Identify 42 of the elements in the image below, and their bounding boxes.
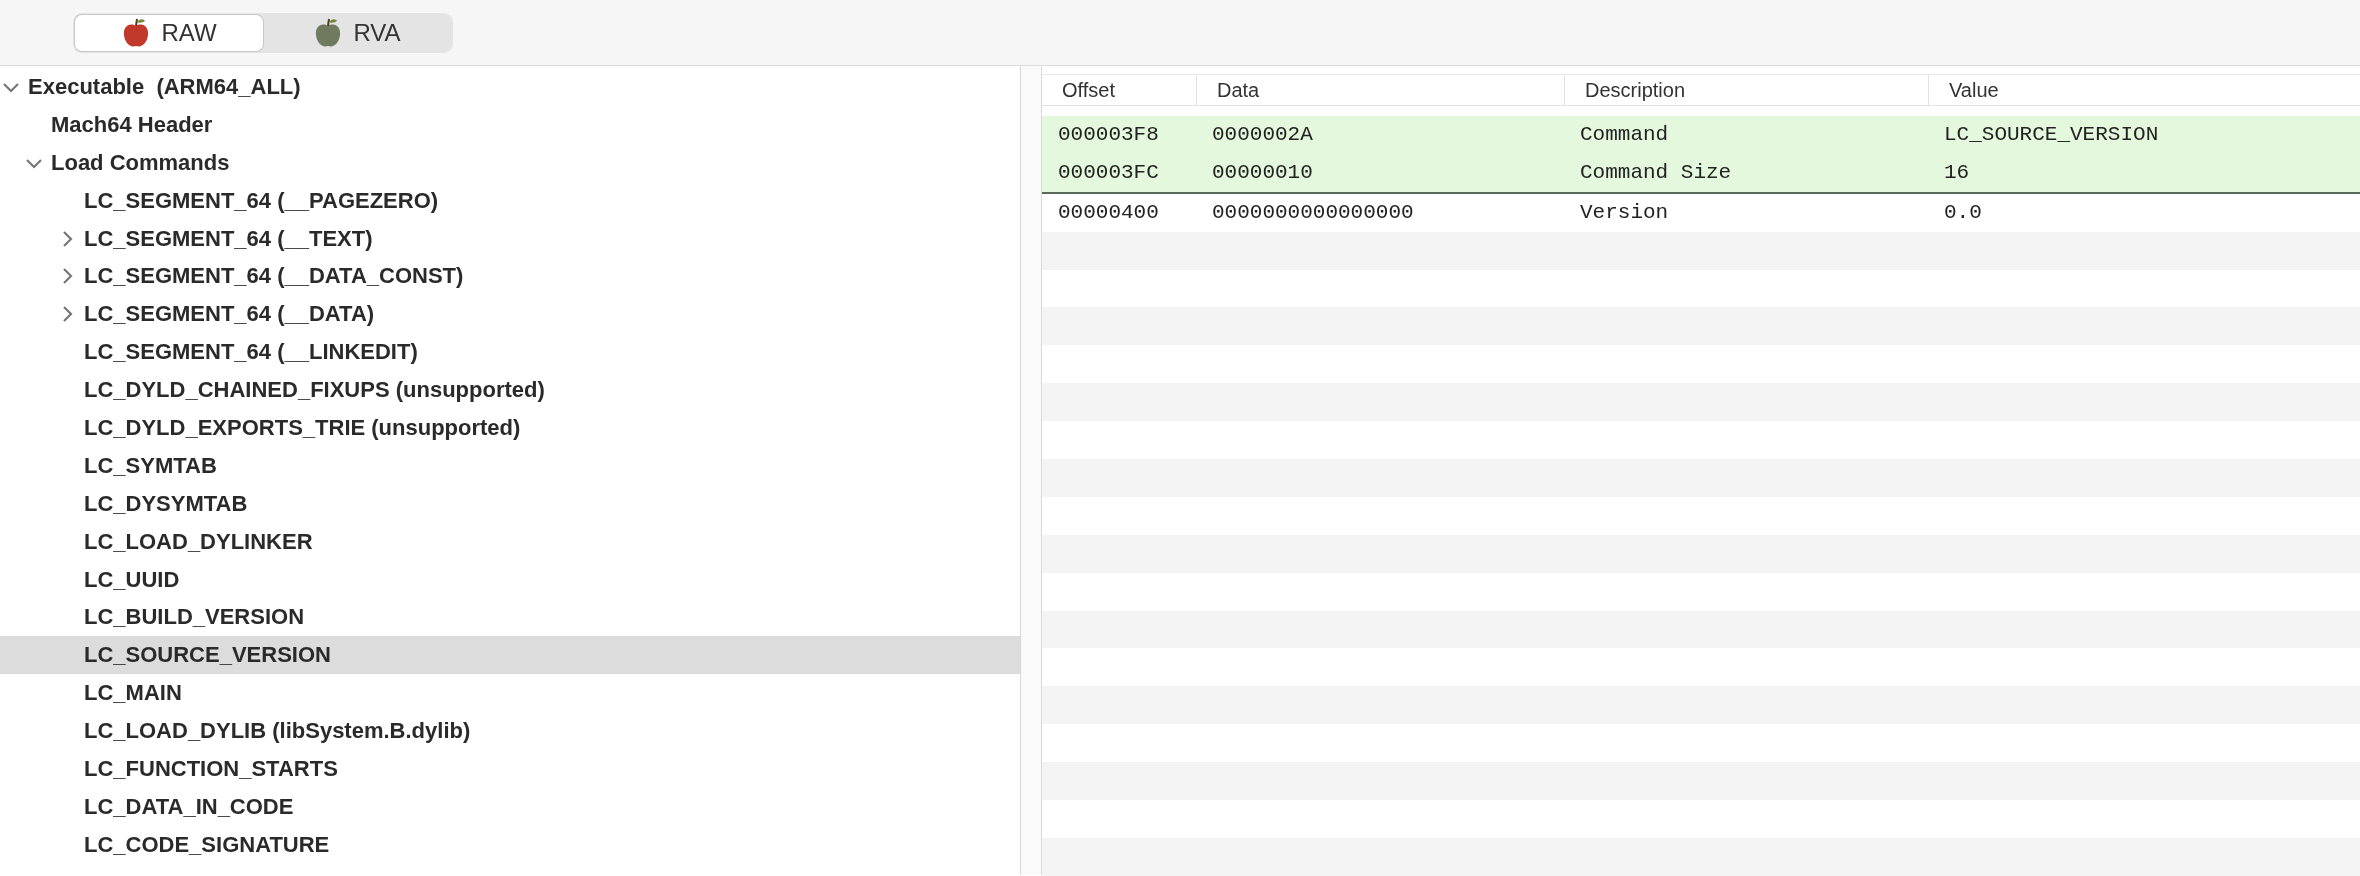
tree-item[interactable]: LC_CODE_SIGNATURE [0,825,1020,864]
column-header[interactable]: Data [1196,75,1564,105]
tree-item[interactable]: LC_DYSYMTAB [0,484,1020,523]
table-cell-text: 0000000000000000 [1211,201,1415,225]
table-cell-text: 000003F8 [1057,123,1160,147]
table-row[interactable]: 00000400 0000000000000000 Version 0.0 [1042,193,2360,232]
tree-item[interactable]: LC_LOAD_DYLIB (libSystem.B.dylib) [0,712,1020,751]
tree-item[interactable]: LC_DYLD_EXPORTS_TRIE (unsupported) [0,409,1020,447]
column-header[interactable]: Offset [1042,75,1196,105]
tree-item[interactable]: LC_SEGMENT_64 (__TEXT) [0,219,1020,258]
tree-item[interactable]: LC_FUNCTION_STARTS [0,750,1020,788]
tree-item[interactable]: LC_UUID [0,560,1020,599]
tree-item[interactable]: LC_SYMTAB [0,446,1020,485]
table-cell-text: 00000400 [1057,201,1160,225]
table-cell-text: 0000002A [1211,123,1314,147]
tree-item[interactable]: Executable (ARM64_ALL) [0,68,1020,106]
table-cell-text: Command [1579,123,1670,147]
table-row[interactable]: 000003FC 00000010 Command Size 16 [1042,153,2360,194]
table-cell-text: 000003FC [1057,161,1160,185]
tree-item[interactable]: Mach64 Header [0,105,1020,144]
tree-item[interactable]: LC_LOAD_DYLINKER [0,522,1020,561]
tree-item[interactable]: LC_SOURCE_VERSION [0,636,1020,675]
table-cell-text: 00000010 [1211,161,1314,185]
tree-item[interactable]: LC_SEGMENT_64 (__DATA_CONST) [0,257,1020,296]
mode-tab[interactable]: RVA [263,14,451,51]
column-header[interactable]: Value [1928,75,2360,105]
tree-item[interactable]: LC_SEGMENT_64 (__LINKEDIT) [0,333,1020,372]
table-cell-text: Command Size [1579,161,1733,185]
tree-item[interactable]: Load Commands [0,143,1020,182]
tree-item[interactable]: LC_SEGMENT_64 (__DATA) [0,295,1020,334]
table-cell-text: Version [1579,201,1670,225]
column-header[interactable]: Description [1564,75,1928,105]
mode-tab[interactable]: RAW [75,14,263,51]
tree-item[interactable]: LC_SEGMENT_64 (__PAGEZERO) [0,181,1020,220]
table-cell-text: 0.0 [1943,201,1983,225]
tree-item[interactable]: LC_DATA_IN_CODE [0,787,1020,826]
table-cell-text: LC_SOURCE_VERSION [1943,123,2160,147]
table-cell-text: 16 [1943,161,1971,185]
tree-item[interactable]: LC_BUILD_VERSION [0,598,1020,637]
tree-item[interactable]: LC_DYLD_CHAINED_FIXUPS (unsupported) [0,371,1020,409]
tree-item[interactable]: LC_MAIN [0,674,1020,713]
table-row[interactable]: 000003F8 0000002A Command LC_SOURCE_VERSION [1042,116,2360,154]
